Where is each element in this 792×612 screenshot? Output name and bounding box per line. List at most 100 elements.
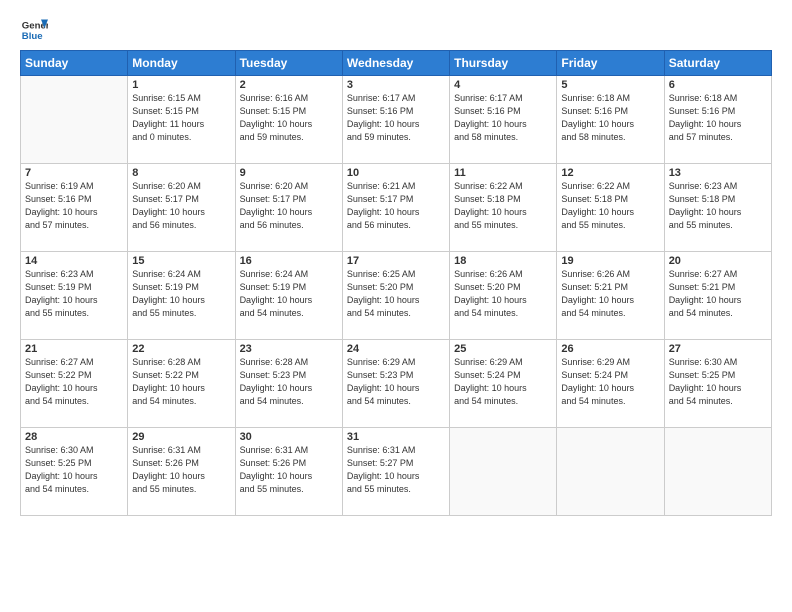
day-cell: 11Sunrise: 6:22 AMSunset: 5:18 PMDayligh… [450,164,557,252]
day-number: 13 [669,167,767,179]
day-number: 10 [347,167,445,179]
day-info: Sunrise: 6:29 AMSunset: 5:24 PMDaylight:… [561,356,659,408]
week-row-2: 7Sunrise: 6:19 AMSunset: 5:16 PMDaylight… [21,164,772,252]
day-number: 11 [454,167,552,179]
day-number: 8 [132,167,230,179]
day-cell: 14Sunrise: 6:23 AMSunset: 5:19 PMDayligh… [21,252,128,340]
day-cell [557,428,664,516]
day-number: 19 [561,255,659,267]
day-number: 3 [347,79,445,91]
logo-icon: General Blue [20,16,48,44]
svg-text:Blue: Blue [22,31,43,42]
day-info: Sunrise: 6:24 AMSunset: 5:19 PMDaylight:… [240,268,338,320]
day-cell: 25Sunrise: 6:29 AMSunset: 5:24 PMDayligh… [450,340,557,428]
day-number: 12 [561,167,659,179]
day-cell: 18Sunrise: 6:26 AMSunset: 5:20 PMDayligh… [450,252,557,340]
day-cell: 4Sunrise: 6:17 AMSunset: 5:16 PMDaylight… [450,76,557,164]
day-cell [664,428,771,516]
weekday-header-tuesday: Tuesday [235,51,342,76]
day-cell: 20Sunrise: 6:27 AMSunset: 5:21 PMDayligh… [664,252,771,340]
day-cell: 22Sunrise: 6:28 AMSunset: 5:22 PMDayligh… [128,340,235,428]
day-number: 6 [669,79,767,91]
day-cell: 17Sunrise: 6:25 AMSunset: 5:20 PMDayligh… [342,252,449,340]
day-info: Sunrise: 6:25 AMSunset: 5:20 PMDaylight:… [347,268,445,320]
day-cell: 31Sunrise: 6:31 AMSunset: 5:27 PMDayligh… [342,428,449,516]
day-info: Sunrise: 6:18 AMSunset: 5:16 PMDaylight:… [561,92,659,144]
week-row-3: 14Sunrise: 6:23 AMSunset: 5:19 PMDayligh… [21,252,772,340]
day-number: 1 [132,79,230,91]
day-info: Sunrise: 6:27 AMSunset: 5:21 PMDaylight:… [669,268,767,320]
day-info: Sunrise: 6:23 AMSunset: 5:18 PMDaylight:… [669,180,767,232]
day-cell [450,428,557,516]
day-cell: 2Sunrise: 6:16 AMSunset: 5:15 PMDaylight… [235,76,342,164]
day-number: 9 [240,167,338,179]
weekday-header-monday: Monday [128,51,235,76]
day-cell: 10Sunrise: 6:21 AMSunset: 5:17 PMDayligh… [342,164,449,252]
day-info: Sunrise: 6:30 AMSunset: 5:25 PMDaylight:… [25,444,123,496]
day-info: Sunrise: 6:26 AMSunset: 5:21 PMDaylight:… [561,268,659,320]
day-number: 21 [25,343,123,355]
day-info: Sunrise: 6:20 AMSunset: 5:17 PMDaylight:… [240,180,338,232]
day-number: 7 [25,167,123,179]
header: General Blue [20,16,772,44]
day-number: 24 [347,343,445,355]
day-info: Sunrise: 6:23 AMSunset: 5:19 PMDaylight:… [25,268,123,320]
day-info: Sunrise: 6:31 AMSunset: 5:27 PMDaylight:… [347,444,445,496]
day-number: 31 [347,431,445,443]
calendar-page: General Blue SundayMondayTuesdayWednesda… [0,0,792,612]
day-number: 29 [132,431,230,443]
day-info: Sunrise: 6:31 AMSunset: 5:26 PMDaylight:… [132,444,230,496]
calendar-table: SundayMondayTuesdayWednesdayThursdayFrid… [20,50,772,516]
day-info: Sunrise: 6:29 AMSunset: 5:24 PMDaylight:… [454,356,552,408]
day-cell: 6Sunrise: 6:18 AMSunset: 5:16 PMDaylight… [664,76,771,164]
day-number: 30 [240,431,338,443]
day-cell: 8Sunrise: 6:20 AMSunset: 5:17 PMDaylight… [128,164,235,252]
day-cell: 19Sunrise: 6:26 AMSunset: 5:21 PMDayligh… [557,252,664,340]
day-info: Sunrise: 6:29 AMSunset: 5:23 PMDaylight:… [347,356,445,408]
day-info: Sunrise: 6:17 AMSunset: 5:16 PMDaylight:… [347,92,445,144]
day-number: 2 [240,79,338,91]
day-info: Sunrise: 6:17 AMSunset: 5:16 PMDaylight:… [454,92,552,144]
day-cell: 24Sunrise: 6:29 AMSunset: 5:23 PMDayligh… [342,340,449,428]
weekday-header-friday: Friday [557,51,664,76]
day-info: Sunrise: 6:21 AMSunset: 5:17 PMDaylight:… [347,180,445,232]
logo: General Blue [20,16,48,44]
day-cell: 12Sunrise: 6:22 AMSunset: 5:18 PMDayligh… [557,164,664,252]
weekday-header-wednesday: Wednesday [342,51,449,76]
day-number: 26 [561,343,659,355]
day-info: Sunrise: 6:26 AMSunset: 5:20 PMDaylight:… [454,268,552,320]
day-number: 25 [454,343,552,355]
day-cell: 3Sunrise: 6:17 AMSunset: 5:16 PMDaylight… [342,76,449,164]
day-number: 14 [25,255,123,267]
week-row-1: 1Sunrise: 6:15 AMSunset: 5:15 PMDaylight… [21,76,772,164]
day-number: 27 [669,343,767,355]
day-cell: 13Sunrise: 6:23 AMSunset: 5:18 PMDayligh… [664,164,771,252]
week-row-5: 28Sunrise: 6:30 AMSunset: 5:25 PMDayligh… [21,428,772,516]
day-number: 4 [454,79,552,91]
day-info: Sunrise: 6:19 AMSunset: 5:16 PMDaylight:… [25,180,123,232]
day-number: 16 [240,255,338,267]
day-info: Sunrise: 6:27 AMSunset: 5:22 PMDaylight:… [25,356,123,408]
day-info: Sunrise: 6:28 AMSunset: 5:23 PMDaylight:… [240,356,338,408]
day-number: 18 [454,255,552,267]
day-info: Sunrise: 6:22 AMSunset: 5:18 PMDaylight:… [561,180,659,232]
weekday-header-row: SundayMondayTuesdayWednesdayThursdayFrid… [21,51,772,76]
day-info: Sunrise: 6:28 AMSunset: 5:22 PMDaylight:… [132,356,230,408]
day-cell: 26Sunrise: 6:29 AMSunset: 5:24 PMDayligh… [557,340,664,428]
day-cell: 16Sunrise: 6:24 AMSunset: 5:19 PMDayligh… [235,252,342,340]
day-cell [21,76,128,164]
day-info: Sunrise: 6:16 AMSunset: 5:15 PMDaylight:… [240,92,338,144]
day-info: Sunrise: 6:24 AMSunset: 5:19 PMDaylight:… [132,268,230,320]
week-row-4: 21Sunrise: 6:27 AMSunset: 5:22 PMDayligh… [21,340,772,428]
day-cell: 7Sunrise: 6:19 AMSunset: 5:16 PMDaylight… [21,164,128,252]
day-info: Sunrise: 6:20 AMSunset: 5:17 PMDaylight:… [132,180,230,232]
weekday-header-sunday: Sunday [21,51,128,76]
day-number: 28 [25,431,123,443]
day-number: 22 [132,343,230,355]
day-info: Sunrise: 6:18 AMSunset: 5:16 PMDaylight:… [669,92,767,144]
day-cell: 9Sunrise: 6:20 AMSunset: 5:17 PMDaylight… [235,164,342,252]
day-number: 23 [240,343,338,355]
day-cell: 1Sunrise: 6:15 AMSunset: 5:15 PMDaylight… [128,76,235,164]
day-info: Sunrise: 6:31 AMSunset: 5:26 PMDaylight:… [240,444,338,496]
weekday-header-thursday: Thursday [450,51,557,76]
